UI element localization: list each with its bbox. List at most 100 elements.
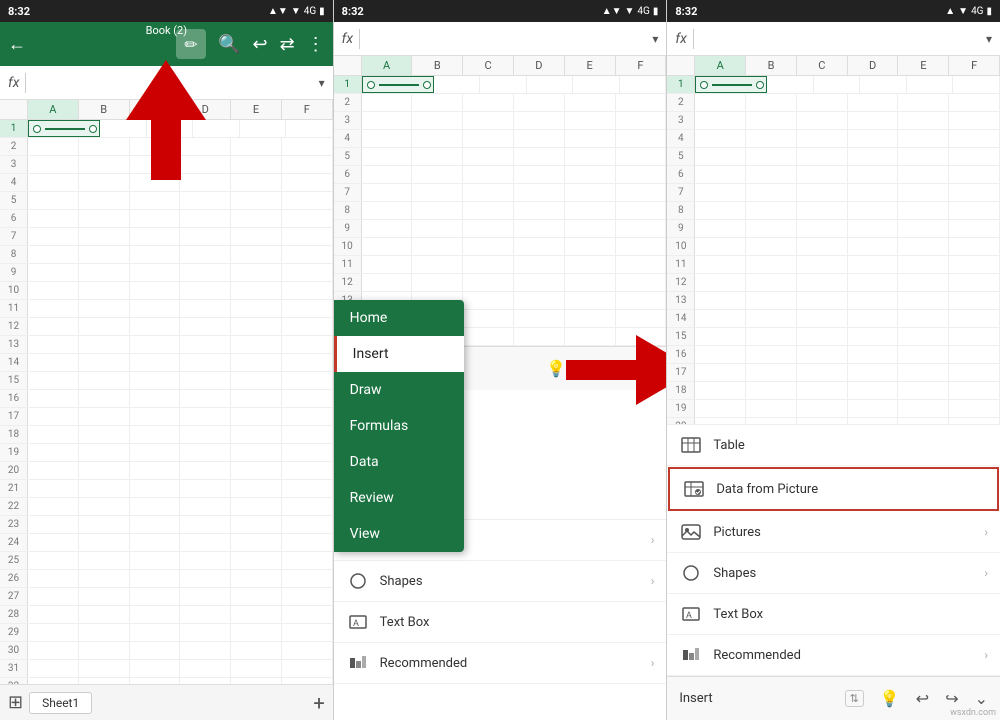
col-C-3[interactable]: C	[797, 56, 848, 75]
col-D-1[interactable]: D	[180, 100, 231, 119]
table-row: 10	[334, 238, 667, 256]
sheet-tab-1[interactable]: Sheet1	[29, 692, 92, 714]
sort-icon-3[interactable]: ⇅	[845, 690, 864, 707]
grid-1: 1 2 3 4 5 6 7 8	[0, 120, 333, 684]
col-B-3[interactable]: B	[746, 56, 797, 75]
shapes-arrow: ›	[651, 574, 655, 588]
col-D-2[interactable]: D	[514, 56, 565, 75]
bulb-icon-3[interactable]: 💡	[880, 689, 900, 708]
corner-cell-3	[667, 56, 695, 75]
col-C-2[interactable]: C	[463, 56, 514, 75]
undo-icon-2[interactable]: ↩	[582, 359, 595, 378]
handle-left-3	[700, 81, 708, 89]
panel-1: 8:32 ▲▼ ▼ 4G ▮ ← Book (2) ✏ 🔍 ↩ ⇄ ⋮ fx	[0, 0, 334, 720]
row-num: 11	[334, 256, 362, 273]
col-D-3[interactable]: D	[848, 56, 899, 75]
formula-arrow-3[interactable]: ▾	[986, 32, 992, 46]
col-B-2[interactable]: B	[412, 56, 463, 75]
cell[interactable]	[362, 76, 434, 93]
col-F-3[interactable]: F	[949, 56, 1000, 75]
menu-item-view[interactable]: View	[334, 516, 464, 552]
col-C-1[interactable]: C	[130, 100, 181, 119]
share-icon-1[interactable]: ⇄	[280, 34, 295, 55]
undo-icon-1[interactable]: ↩	[252, 34, 267, 55]
table-row: 14	[0, 354, 333, 372]
insert-item-recommended[interactable]: Recommended ›	[334, 643, 667, 684]
row-num: 1	[334, 76, 362, 93]
insert-item-shapes[interactable]: Shapes ›	[334, 561, 667, 602]
pictures-label: Pictures	[713, 525, 974, 540]
bulb-icon-2[interactable]: 💡	[546, 359, 566, 378]
cell[interactable]	[695, 76, 767, 93]
menu-item-data[interactable]: Data	[334, 444, 464, 480]
status-bar-2: 8:32 ▲▼ ▼ 4G ▮	[334, 0, 667, 22]
col-E-1[interactable]: E	[231, 100, 282, 119]
row-num: 23	[0, 516, 28, 533]
col-E-3[interactable]: E	[898, 56, 949, 75]
back-button-1[interactable]: ←	[8, 34, 26, 55]
battery-icon: ▮	[319, 6, 325, 17]
insert-item-table[interactable]: Table	[667, 425, 1000, 466]
col-E-2[interactable]: E	[565, 56, 616, 75]
row-num: 19	[0, 444, 28, 461]
cell-F1[interactable]	[286, 120, 333, 137]
cell-E1[interactable]	[240, 120, 287, 137]
row-num: 26	[0, 570, 28, 587]
row-num: 14	[667, 310, 695, 327]
nav-menu: Home Insert Draw Formulas Data Review Vi…	[334, 300, 464, 552]
col-F-1[interactable]: F	[282, 100, 333, 119]
col-F-2[interactable]: F	[616, 56, 667, 75]
table-row: 10	[0, 282, 333, 300]
insert-item-shapes-3[interactable]: Shapes ›	[667, 553, 1000, 594]
table-row: 18	[667, 382, 1000, 400]
row-num: 25	[0, 552, 28, 569]
table-row: 2	[0, 138, 333, 156]
panel-2: 8:32 ▲▼ ▼ 4G ▮ fx ▾ A B C D E F	[334, 0, 668, 720]
status-icons-2: ▲▼ ▼ 4G ▮	[602, 6, 659, 17]
shapes-label-3: Shapes	[713, 566, 974, 581]
row-num: 5	[0, 192, 28, 209]
redo-icon-3[interactable]: ↪	[945, 689, 958, 708]
insert-item-pictures[interactable]: Pictures ›	[667, 512, 1000, 553]
cell-B1[interactable]	[100, 120, 147, 137]
menu-item-insert[interactable]: Insert	[334, 336, 464, 372]
col-A-1[interactable]: A	[28, 100, 79, 119]
down-icon-2[interactable]: ⌄	[641, 359, 654, 378]
formula-arrow-1[interactable]: ▾	[319, 76, 325, 90]
undo-icon-3[interactable]: ↩	[916, 689, 929, 708]
row-num: 5	[334, 148, 362, 165]
redo-icon-2[interactable]: ↪	[612, 359, 625, 378]
insert-item-textbox-3[interactable]: A Text Box	[667, 594, 1000, 635]
cell-A1[interactable]	[28, 120, 100, 137]
toolbar-green-1: ← Book (2) ✏ 🔍 ↩ ⇄ ⋮	[0, 22, 333, 66]
table-row: 12	[334, 274, 667, 292]
menu-item-draw[interactable]: Draw	[334, 372, 464, 408]
row-num: 16	[0, 390, 28, 407]
insert-item-data-from-picture[interactable]: Data from Picture	[668, 467, 999, 511]
insert-item-recommended-3[interactable]: Recommended ›	[667, 635, 1000, 676]
search-icon-1[interactable]: 🔍	[218, 34, 240, 55]
formula-arrow-2[interactable]: ▾	[652, 32, 658, 46]
insert-item-textbox[interactable]: A Text Box	[334, 602, 667, 643]
menu-item-formulas[interactable]: Formulas	[334, 408, 464, 444]
row-num: 29	[0, 624, 28, 641]
table-row: 1	[334, 76, 667, 94]
row-num: 5	[667, 148, 695, 165]
table-row: 5	[0, 192, 333, 210]
cell-D1[interactable]	[193, 120, 240, 137]
menu-item-home[interactable]: Home	[334, 300, 464, 336]
more-icon-1[interactable]: ⋮	[307, 34, 325, 55]
signal-icon: ▲▼	[268, 6, 288, 17]
cell-C1[interactable]	[147, 120, 194, 137]
col-B-1[interactable]: B	[79, 100, 130, 119]
handle-left	[33, 125, 41, 133]
network-icon-2: 4G	[637, 6, 649, 17]
col-A-2[interactable]: A	[362, 56, 413, 75]
col-A-3[interactable]: A	[695, 56, 746, 75]
row-num: 6	[334, 166, 362, 183]
table-row: 6	[334, 166, 667, 184]
table-row: 15	[0, 372, 333, 390]
down-icon-3[interactable]: ⌄	[975, 689, 988, 708]
add-sheet-button-1[interactable]: +	[313, 691, 324, 715]
menu-item-review[interactable]: Review	[334, 480, 464, 516]
